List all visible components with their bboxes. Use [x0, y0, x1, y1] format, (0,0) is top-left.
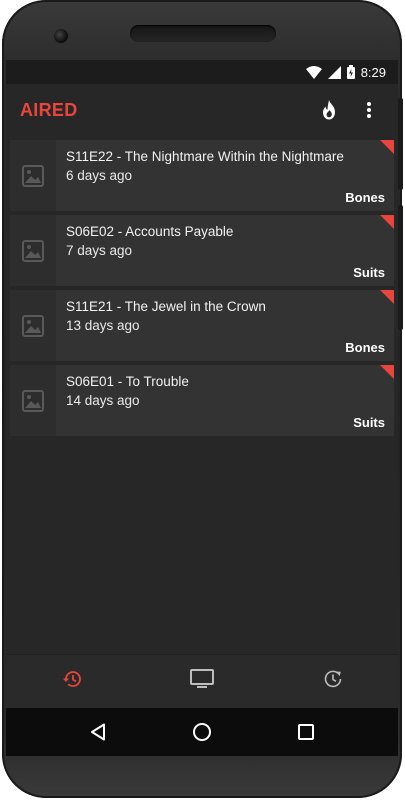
- front-camera: [54, 29, 68, 43]
- new-indicator: [380, 140, 394, 154]
- system-navigation-bar: [6, 708, 398, 756]
- episode-aired: 13 days ago: [66, 318, 140, 333]
- battery-icon: [346, 65, 355, 79]
- signal-icon: [327, 65, 341, 79]
- image-placeholder-icon: [10, 140, 56, 211]
- history-icon: [61, 670, 82, 693]
- episode-title: S11E21 - The Jewel in the Crown: [66, 299, 266, 314]
- episode-title: S06E02 - Accounts Payable: [66, 224, 234, 239]
- image-placeholder-icon: [10, 290, 56, 361]
- recents-icon[interactable]: [286, 712, 326, 752]
- flame-icon[interactable]: [312, 93, 346, 127]
- episode-aired: 14 days ago: [66, 393, 140, 408]
- status-time: 8:29: [360, 64, 386, 80]
- episode-aired: 7 days ago: [66, 243, 133, 258]
- show-name: Suits: [353, 265, 385, 280]
- episode-card[interactable]: S06E02 - Accounts Payable 7 days ago Sui…: [10, 215, 394, 286]
- earpiece-speaker: [130, 25, 276, 42]
- new-indicator: [380, 290, 394, 304]
- episode-title: S11E22 - The Nightmare Within the Nightm…: [66, 149, 344, 164]
- episode-card[interactable]: S06E01 - To Trouble 14 days ago Suits: [10, 365, 394, 436]
- more-vert-icon[interactable]: [352, 93, 386, 127]
- episode-title: S06E01 - To Trouble: [66, 374, 189, 389]
- episode-aired: 6 days ago: [66, 168, 133, 183]
- bottom-navigation: [6, 654, 398, 708]
- new-indicator: [380, 365, 394, 379]
- volume-button: [398, 98, 403, 190]
- episode-list: S11E22 - The Nightmare Within the Nightm…: [6, 136, 398, 436]
- back-icon[interactable]: [78, 712, 118, 752]
- show-name: Suits: [353, 415, 385, 430]
- home-icon[interactable]: [182, 712, 222, 752]
- nav-shows-tab[interactable]: [172, 655, 232, 709]
- status-bar: 8:29: [6, 60, 398, 84]
- episode-card[interactable]: S11E22 - The Nightmare Within the Nightm…: [10, 140, 394, 211]
- wifi-icon: [305, 65, 322, 79]
- nav-aired-tab[interactable]: [41, 655, 101, 709]
- screen: 8:29 AIRED S11E22 - The Nightmare Within…: [6, 60, 398, 708]
- show-name: Bones: [345, 190, 385, 205]
- app-bar: AIRED: [6, 84, 398, 136]
- tv-icon: [189, 669, 214, 694]
- power-button: [398, 205, 403, 330]
- image-placeholder-icon: [10, 365, 56, 436]
- episode-card[interactable]: S11E21 - The Jewel in the Crown 13 days …: [10, 290, 394, 361]
- nav-upcoming-tab[interactable]: [303, 655, 363, 709]
- image-placeholder-icon: [10, 215, 56, 286]
- page-title: AIRED: [20, 99, 78, 120]
- show-name: Bones: [345, 340, 385, 355]
- new-indicator: [380, 215, 394, 229]
- upcoming-clock-icon: [323, 669, 343, 694]
